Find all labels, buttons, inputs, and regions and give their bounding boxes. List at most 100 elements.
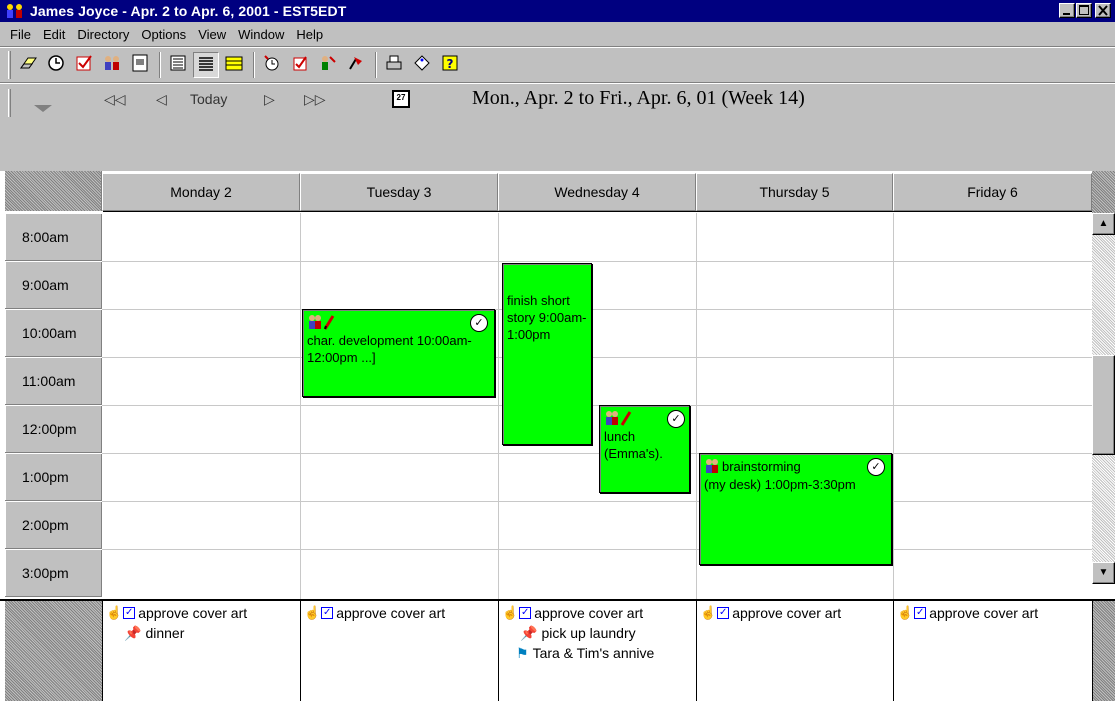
event-lunch[interactable]: ✓ lunch (Emma's). <box>599 405 690 493</box>
hand-icon: ☝ <box>106 605 123 620</box>
pencil-icon <box>620 410 632 426</box>
previous-week-button[interactable]: ◁ <box>156 91 167 108</box>
task-label: dinner <box>145 625 185 641</box>
menu-window[interactable]: Window <box>232 27 290 42</box>
menu-options[interactable]: Options <box>135 27 192 42</box>
task-item[interactable]: ☝ ✓ approve cover art <box>106 603 300 623</box>
new-task-button[interactable] <box>287 52 313 78</box>
close-button[interactable] <box>1095 3 1111 18</box>
event-brainstorming[interactable]: brainstorming ✓ (my desk) 1:00pm-3:30pm <box>699 453 892 565</box>
maximize-button[interactable] <box>1076 3 1092 18</box>
scroll-thumb[interactable] <box>1092 355 1115 455</box>
task-item[interactable]: 📌 pick up laundry <box>502 623 696 643</box>
tag-icon <box>412 53 432 76</box>
tasks-monday: ☝ ✓ approve cover art 📌 dinner <box>102 601 300 701</box>
new-reminder-button[interactable] <box>259 52 285 78</box>
task-item[interactable]: 📌 dinner <box>106 623 300 643</box>
tasks-thursday: ☝ ✓ approve cover art <box>696 601 893 701</box>
flag-icon: ⚑ <box>516 644 529 661</box>
check-circle-icon[interactable]: ✓ <box>867 458 885 476</box>
help-icon: ? <box>440 53 460 76</box>
event-finish-short-story[interactable]: finish short story 9:00am-1:00pm <box>502 263 592 445</box>
event-char-development[interactable]: ✓ char. development 10:00am-12:00pm ...] <box>302 309 495 397</box>
task-item[interactable]: ⚑ Tara & Tim's annive <box>502 643 696 663</box>
task-label: approve cover art <box>929 605 1039 621</box>
people-icon <box>704 458 720 474</box>
menu-file[interactable]: File <box>4 27 37 42</box>
calendar-icon[interactable]: 27 <box>392 90 410 108</box>
new-note-button[interactable] <box>343 52 369 78</box>
today-button[interactable]: Today <box>190 91 227 107</box>
navigation-bar: ◁◁ ◁ Today ▷ ▷▷ 27 Mon., Apr. 2 to Fri.,… <box>0 82 1115 171</box>
checkbox-icon[interactable]: ✓ <box>321 607 334 619</box>
day-header-thursday[interactable]: Thursday 5 <box>696 173 893 211</box>
task-button[interactable] <box>71 52 97 78</box>
day-view-button[interactable] <box>165 52 191 78</box>
month-view-button[interactable] <box>221 52 247 78</box>
day-header-friday[interactable]: Friday 6 <box>893 173 1092 211</box>
time-label: 3:00pm <box>5 549 102 597</box>
scroll-up-arrow-icon[interactable]: ▲ <box>1092 213 1115 235</box>
title-bar: James Joyce - Apr. 2 to Apr. 6, 2001 - E… <box>0 0 1115 22</box>
minimize-button[interactable] <box>1059 3 1075 18</box>
week-view-button[interactable] <box>193 51 219 78</box>
task-label: approve cover art <box>732 605 842 621</box>
time-column: 8:00am 9:00am 10:00am 11:00am 12:00pm 1:… <box>5 213 102 597</box>
day-header-wednesday[interactable]: Wednesday 4 <box>498 173 696 211</box>
time-label: 11:00am <box>5 357 102 405</box>
tasks-wednesday: ☝ ✓ approve cover art 📌 pick up laundry ⚑ Ta… <box>498 601 696 701</box>
help-button[interactable]: ? <box>437 52 463 78</box>
task-item[interactable]: ☝ ✓ approve cover art <box>502 603 696 623</box>
week-view-icon <box>196 53 216 76</box>
address-book-button[interactable] <box>127 52 153 78</box>
event-title: brainstorming <box>722 458 801 474</box>
address-book-icon <box>130 53 150 76</box>
people-icon <box>102 53 122 76</box>
svg-text:?: ? <box>447 57 454 71</box>
time-label: 12:00pm <box>5 405 102 453</box>
menu-view[interactable]: View <box>192 27 232 42</box>
new-event-button[interactable] <box>315 52 341 78</box>
day-header-monday[interactable]: Monday 2 <box>102 173 300 211</box>
checkbox-icon[interactable]: ✓ <box>717 607 730 619</box>
new-note-icon <box>346 53 366 76</box>
toolbar-grip[interactable] <box>8 50 11 79</box>
meeting-button[interactable] <box>99 52 125 78</box>
day-header-tuesday[interactable]: Tuesday 3 <box>300 173 498 211</box>
clock-button[interactable] <box>43 52 69 78</box>
menu-directory[interactable]: Directory <box>71 27 135 42</box>
task-item[interactable]: ☝ ✓ approve cover art <box>897 603 1092 623</box>
task-item[interactable]: ☝ ✓ approve cover art <box>304 603 498 623</box>
checkbox-icon[interactable]: ✓ <box>519 607 532 619</box>
first-week-button[interactable]: ◁◁ <box>104 91 126 108</box>
task-item[interactable]: ☝ ✓ approve cover art <box>700 603 893 623</box>
pencil-icon <box>323 314 335 330</box>
month-view-icon <box>224 53 244 76</box>
new-event-icon <box>318 53 338 76</box>
menu-help[interactable]: Help <box>290 27 329 42</box>
time-label: 1:00pm <box>5 453 102 501</box>
check-box-icon <box>74 53 94 76</box>
menu-edit[interactable]: Edit <box>37 27 71 42</box>
tag-button[interactable] <box>409 52 435 78</box>
toolbar: ? <box>0 46 1115 82</box>
grid-corner <box>5 171 102 211</box>
last-week-button[interactable]: ▷▷ <box>304 91 326 108</box>
checkbox-icon[interactable]: ✓ <box>914 607 927 619</box>
print-button[interactable] <box>381 52 407 78</box>
event-text: finish short story 9:00am-1:00pm <box>507 293 587 342</box>
next-week-button[interactable]: ▷ <box>264 91 275 108</box>
task-label: approve cover art <box>138 605 248 621</box>
time-label: 10:00am <box>5 309 102 357</box>
scroll-down-arrow-icon[interactable]: ▼ <box>1092 562 1115 584</box>
vertical-scrollbar[interactable]: ▲ ▼ <box>1092 213 1115 584</box>
eraser-button[interactable] <box>15 52 41 78</box>
task-label: Tara & Tim's annive <box>532 645 655 661</box>
week-grid: Monday 2 Tuesday 3 Wednesday 4 Thursday … <box>0 171 1115 599</box>
app-people-icon[interactable] <box>4 2 26 20</box>
event-text: (my desk) 1:00pm-3:30pm <box>704 477 856 492</box>
checkbox-icon[interactable]: ✓ <box>123 607 136 619</box>
window-title: James Joyce - Apr. 2 to Apr. 6, 2001 - E… <box>30 3 347 19</box>
check-circle-icon[interactable]: ✓ <box>470 314 488 332</box>
check-circle-icon[interactable]: ✓ <box>667 410 685 428</box>
